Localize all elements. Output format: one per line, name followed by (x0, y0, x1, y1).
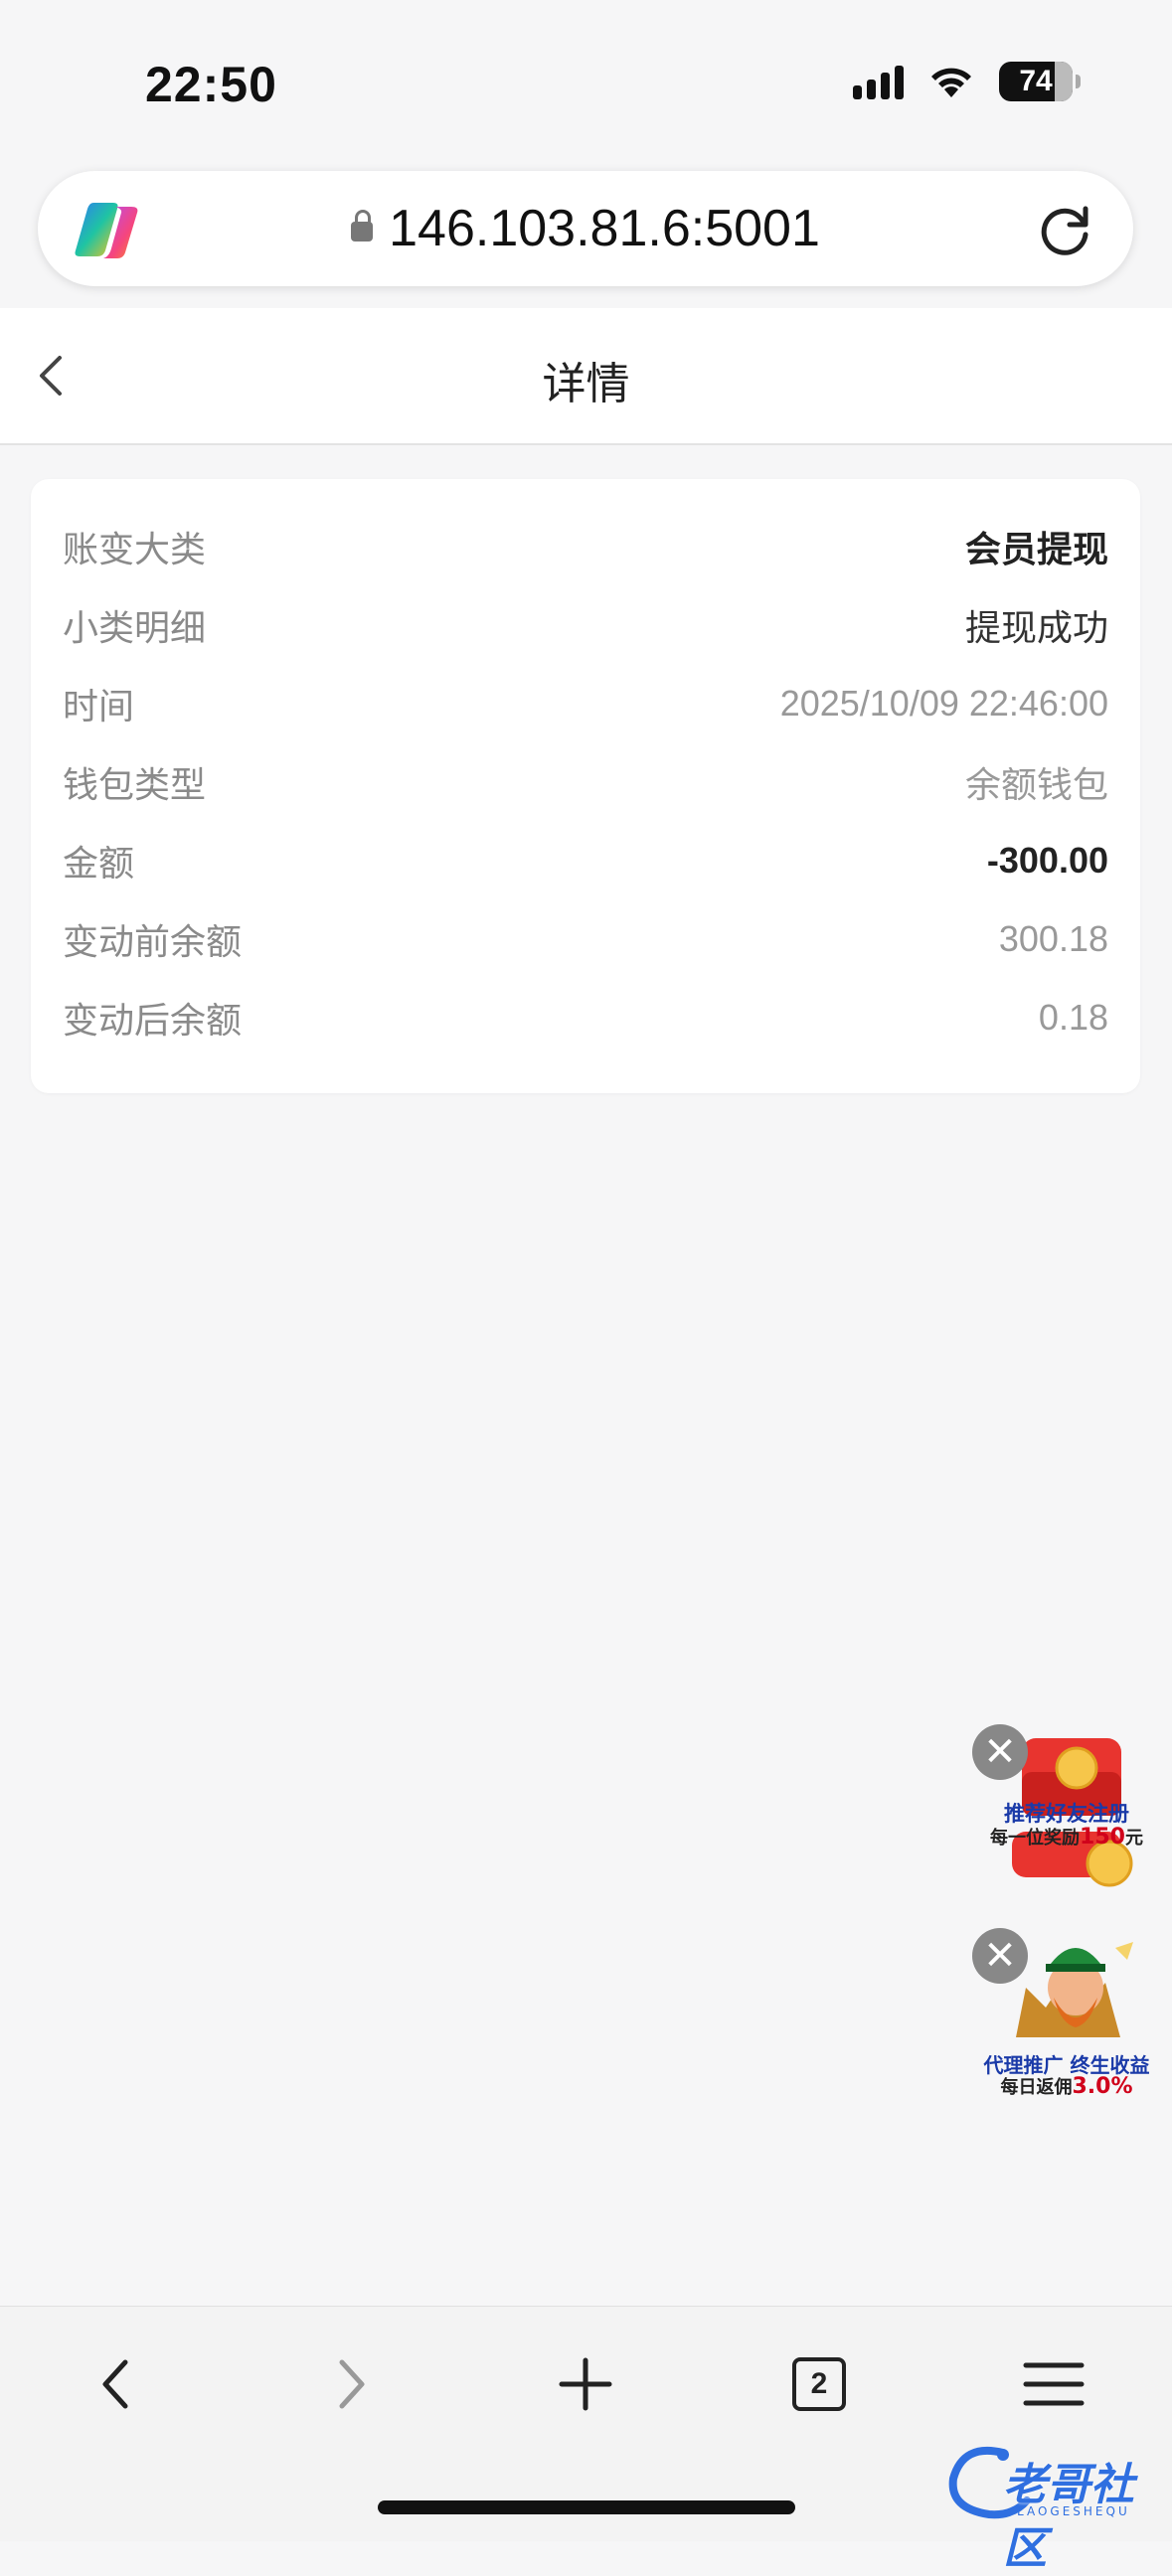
wifi-icon (931, 68, 971, 97)
referral-ad-amount: 150 (1080, 1825, 1125, 1850)
detail-label: 金额 (63, 844, 135, 885)
clock: 22:50 (145, 57, 277, 112)
referral-ad-prefix: 每一位奖励 (990, 1828, 1081, 1849)
detail-value: 0.18 (1038, 997, 1108, 1038)
menu-button[interactable] (1014, 2344, 1093, 2424)
forward-arrow-icon (339, 2359, 365, 2409)
agent-ad-prefix: 每日返佣 (1000, 2077, 1073, 2098)
forward-button[interactable] (312, 2344, 392, 2424)
tabs-button[interactable]: 2 (779, 2344, 859, 2424)
watermark: 老哥社区 LAOGESHEQU (943, 2443, 1162, 2574)
status-icons: 74 (853, 62, 1081, 101)
detail-row-category: 账变大类 会员提现 (63, 517, 1108, 576)
agent-ad-subtitle: 每日返佣3.0% (972, 2073, 1161, 2099)
detail-value: 300.18 (998, 918, 1108, 959)
back-button[interactable] (76, 2344, 155, 2424)
agent-ad-rate: 3.0% (1072, 2074, 1133, 2099)
new-tab-button[interactable] (546, 2344, 625, 2424)
new-tab-icon (559, 2357, 612, 2411)
reload-icon[interactable] (1036, 201, 1093, 258)
url-value: 146.103.81.6:5001 (389, 200, 820, 257)
detail-value: 会员提现 (964, 529, 1108, 569)
back-arrow-icon (102, 2359, 128, 2409)
menu-icon (1023, 2362, 1085, 2406)
detail-label: 账变大类 (63, 530, 207, 570)
page-title: 详情 (542, 359, 630, 409)
detail-value: -300.00 (986, 840, 1108, 881)
close-icon[interactable]: ✕ (972, 1724, 1028, 1780)
detail-value: 余额钱包 (964, 764, 1108, 805)
home-indicator[interactable] (378, 2500, 795, 2514)
detail-value: 提现成功 (964, 607, 1108, 648)
referral-ad-subtitle: 每一位奖励150元 (972, 1824, 1161, 1850)
detail-row-amount: 金额 -300.00 (63, 831, 1108, 890)
status-bar: 22:50 74 (0, 0, 1172, 169)
referral-ad[interactable]: ✕ 推荐好友注册 每一位奖励150元 (972, 1724, 1151, 1893)
watermark-subtext: LAOGESHEQU (1017, 2504, 1130, 2518)
referral-ad-unit: 元 (1124, 1828, 1143, 1849)
detail-label: 钱包类型 (63, 765, 207, 806)
detail-row-balance-after: 变动后余额 0.18 (63, 988, 1108, 1047)
agent-ad[interactable]: ✕ 代理推广 终生收益 每日返佣3.0% (972, 1928, 1151, 2099)
tabs-icon: 2 (792, 2357, 846, 2411)
detail-value: 2025/10/09 22:46:00 (779, 683, 1108, 724)
detail-label: 变动后余额 (63, 1001, 243, 1042)
detail-row-balance-before: 变动前余额 300.18 (63, 909, 1108, 969)
battery-level: 74 (1019, 65, 1053, 97)
detail-row-time: 时间 2025/10/09 22:46:00 (63, 674, 1108, 733)
close-icon[interactable]: ✕ (972, 1928, 1028, 1984)
battery-icon: 74 (999, 62, 1081, 101)
cellular-signal-icon (853, 64, 904, 99)
detail-row-subcategory: 小类明细 提现成功 (63, 595, 1108, 655)
detail-label: 时间 (63, 687, 135, 727)
page-header: 详情 (0, 308, 1172, 445)
address-bar[interactable]: 146.103.81.6:5001 (38, 171, 1133, 286)
detail-row-wallet-type: 钱包类型 余额钱包 (63, 752, 1108, 812)
lock-icon (351, 210, 374, 242)
detail-label: 小类明细 (63, 608, 207, 649)
detail-card: 账变大类 会员提现 小类明细 提现成功 时间 2025/10/09 22:46:… (31, 479, 1140, 1093)
url-text[interactable]: 146.103.81.6:5001 (38, 199, 1133, 258)
detail-label: 变动前余额 (63, 922, 243, 963)
